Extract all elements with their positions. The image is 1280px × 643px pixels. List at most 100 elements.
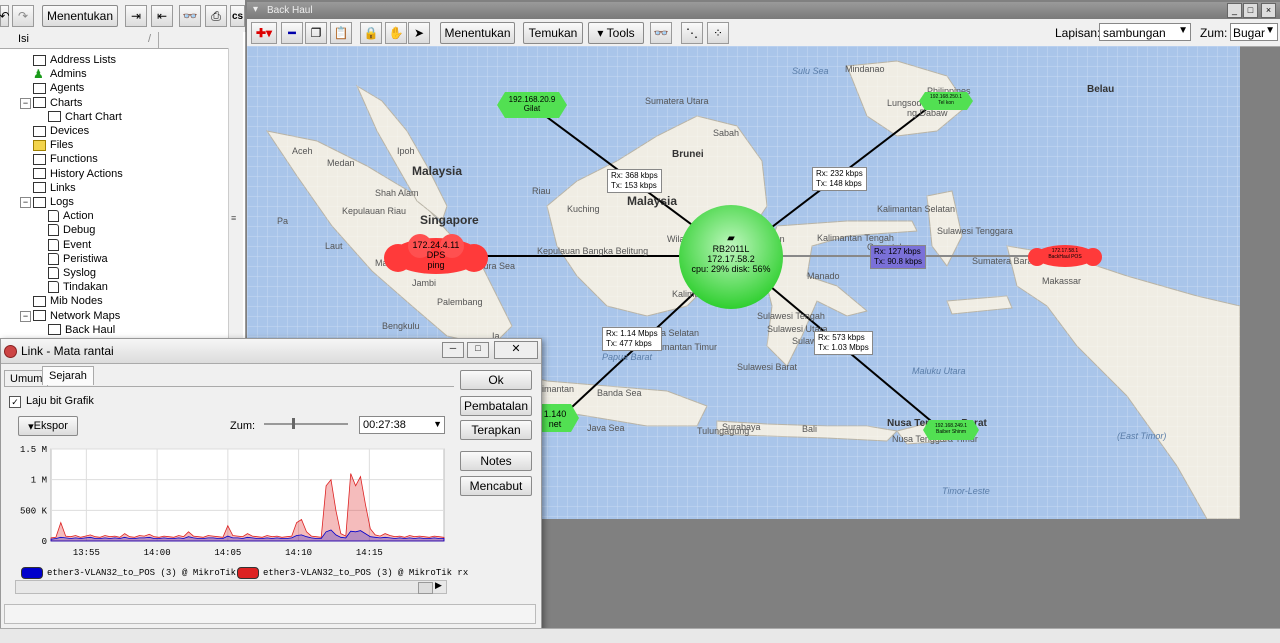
node-center-rb2011l[interactable]: ▰ RB2011L 172.17.58.2 cpu: 29% disk: 56% bbox=[678, 204, 784, 310]
column-resize-icon[interactable]: / bbox=[148, 33, 151, 45]
map-set-button[interactable]: Menentukan bbox=[440, 22, 515, 44]
tree-item-label: Agents bbox=[50, 82, 85, 95]
export-icon[interactable]: ⇥ bbox=[125, 5, 147, 27]
tree-item[interactable]: Devices bbox=[33, 124, 89, 138]
collapse-icon[interactable]: − bbox=[20, 97, 31, 109]
redo-icon[interactable]: ↷ bbox=[12, 5, 34, 27]
import-icon[interactable]: ⇤ bbox=[151, 5, 173, 27]
node-net-ip: 1.140 bbox=[543, 409, 567, 419]
tree-header-label: Isi bbox=[18, 33, 29, 45]
tree-item[interactable]: Tindakan bbox=[48, 280, 108, 294]
copy-icon[interactable]: ❐ bbox=[305, 22, 327, 44]
map-place-label: Manado bbox=[807, 271, 840, 281]
cancel-button[interactable]: Pembatalan bbox=[460, 396, 532, 416]
tree-item-label: Chart Chart bbox=[65, 110, 122, 123]
tree-item[interactable]: Syslog bbox=[48, 266, 96, 280]
connect-icon[interactable]: ⋱ bbox=[681, 22, 703, 44]
close-icon[interactable]: ✕ bbox=[494, 341, 538, 359]
tree-item[interactable]: Agents bbox=[33, 81, 84, 95]
node-backhaul-pos[interactable]: 172.17.58.1 BackHaul POS bbox=[1027, 243, 1103, 269]
app-toolbar: ↶ ↷ Menentukan ⇥ ⇤ 👓 ⎙ cs bbox=[0, 0, 245, 33]
link-label-baiber[interactable]: Rx: 573 kbps Tx: 1.03 Mbps bbox=[814, 331, 873, 355]
tree-item[interactable]: Event bbox=[48, 238, 91, 252]
tree-item[interactable]: Mib Nodes bbox=[33, 294, 103, 308]
set-button[interactable]: Menentukan bbox=[42, 5, 118, 27]
tree-item-label: Charts bbox=[50, 96, 83, 109]
export-dropdown[interactable]: ▾ Ekspor bbox=[18, 416, 78, 436]
bitrate-graph-checkbox[interactable]: ✓ bbox=[9, 396, 21, 408]
scroll-right-icon[interactable]: ▶ bbox=[435, 580, 442, 591]
binoculars-icon[interactable]: 👓 bbox=[650, 22, 672, 44]
tree-item[interactable]: Files bbox=[33, 138, 73, 152]
tree-item[interactable]: Peristiwa bbox=[48, 252, 108, 266]
notes-button[interactable]: Notes bbox=[460, 451, 532, 471]
binoculars-icon[interactable]: 👓 bbox=[179, 5, 201, 27]
link-tx: Tx: 90.8 kbps bbox=[874, 257, 923, 266]
find-button[interactable]: Temukan bbox=[523, 22, 583, 44]
tree-item[interactable]: ♟ Admins bbox=[33, 67, 87, 81]
undo-icon[interactable]: ↶ bbox=[0, 5, 10, 27]
tree-item[interactable]: Links bbox=[33, 181, 76, 195]
tree-item-label: Files bbox=[50, 139, 74, 152]
tree-item[interactable]: Action bbox=[48, 209, 94, 223]
cs-button[interactable]: cs bbox=[230, 5, 245, 27]
layer-select[interactable]: sambungan ▼ bbox=[1099, 23, 1191, 41]
window-menu-icon[interactable]: ▾ bbox=[253, 4, 258, 15]
tree-item[interactable]: − Charts bbox=[20, 96, 83, 110]
chart-plot-area bbox=[50, 448, 445, 542]
log-icon bbox=[48, 267, 59, 279]
link-label-net[interactable]: Rx: 1.14 Mbps Tx: 477 kbps bbox=[602, 327, 662, 351]
node-telkom[interactable]: 192.168.250.1 Tel kon bbox=[919, 92, 973, 110]
minimize-icon[interactable]: _ bbox=[1227, 3, 1242, 18]
time-range-select[interactable]: 00:27:38 ▼ bbox=[359, 416, 445, 434]
link-label-backhaul-pos[interactable]: Rx: 127 kbps Tx: 90.8 kbps bbox=[870, 245, 927, 269]
lock-icon[interactable]: 🔒 bbox=[360, 22, 382, 44]
tree-item[interactable]: Chart Chart bbox=[48, 110, 122, 124]
apply-button[interactable]: Terapkan bbox=[460, 420, 532, 440]
node-dps[interactable]: 172.24.4.11 DPS ping bbox=[380, 234, 492, 278]
hand-icon[interactable]: ✋ bbox=[385, 22, 407, 44]
zoom-slider-thumb[interactable] bbox=[292, 418, 295, 429]
ok-button[interactable]: Ok bbox=[460, 370, 532, 390]
link-window-titlebar: Link - Mata rantai ─ □ ✕ bbox=[1, 339, 541, 364]
x-tick-label: 14:15 bbox=[356, 548, 383, 558]
collapse-icon[interactable]: − bbox=[20, 310, 31, 322]
link-label-telkom[interactable]: Rx: 232 kbps Tx: 148 kbps bbox=[812, 167, 867, 191]
tree-item[interactable]: Functions bbox=[33, 152, 98, 166]
print-icon[interactable]: ⎙ bbox=[205, 5, 227, 27]
tree-item[interactable]: − Network Maps bbox=[20, 309, 120, 323]
zoom-select[interactable]: Bugar ▼ bbox=[1230, 23, 1278, 41]
tree-item[interactable]: − Logs bbox=[20, 195, 74, 209]
minimize-icon[interactable]: ─ bbox=[442, 342, 464, 358]
tools-dropdown[interactable]: ▾ Tools bbox=[588, 22, 644, 44]
list-icon bbox=[33, 295, 46, 307]
layout-icon[interactable]: ⁘ bbox=[707, 22, 729, 44]
paste-icon[interactable]: 📋 bbox=[330, 22, 352, 44]
node-backhaul-pos-text: 172.17.58.1 BackHaul POS bbox=[1027, 248, 1103, 260]
close-icon[interactable]: × bbox=[1261, 3, 1276, 18]
maximize-icon[interactable]: □ bbox=[467, 342, 489, 358]
collapse-icon[interactable]: − bbox=[20, 197, 31, 208]
chart-scroll-thumb[interactable] bbox=[418, 582, 433, 594]
chart-scrollbar[interactable]: ▶ bbox=[15, 580, 447, 594]
zoom-slider[interactable] bbox=[264, 418, 348, 429]
maximize-icon[interactable]: □ bbox=[1243, 3, 1258, 18]
tree-item-label: Links bbox=[50, 181, 76, 194]
tab-history[interactable]: Sejarah bbox=[42, 366, 94, 385]
node-baiber[interactable]: 192.168.249.1 Baiber Shinm bbox=[923, 420, 979, 440]
pointer-icon[interactable]: ➤ bbox=[408, 22, 430, 44]
remove-icon[interactable]: ━ bbox=[281, 22, 303, 44]
tree-item[interactable]: Address Lists bbox=[33, 53, 116, 67]
map-place-label: Brunei bbox=[672, 149, 704, 160]
tree-item[interactable]: Back Haul bbox=[48, 323, 115, 337]
splitter-grip-icon[interactable]: ≡ bbox=[231, 213, 236, 223]
map-place-label: Riau bbox=[532, 186, 551, 196]
node-net[interactable]: 1.140 net bbox=[537, 404, 579, 432]
revoke-button[interactable]: Mencabut bbox=[460, 476, 532, 496]
node-gilat[interactable]: 192.168.20.9 Gilat bbox=[497, 92, 567, 118]
tree-item[interactable]: Debug bbox=[48, 223, 95, 237]
link-label-gilat[interactable]: Rx: 368 kbps Tx: 153 kbps bbox=[607, 169, 662, 193]
tree-scrollbar[interactable]: ≡ bbox=[228, 48, 243, 353]
add-icon[interactable]: ✚▾ bbox=[251, 22, 277, 44]
tree-item[interactable]: History Actions bbox=[33, 167, 123, 181]
